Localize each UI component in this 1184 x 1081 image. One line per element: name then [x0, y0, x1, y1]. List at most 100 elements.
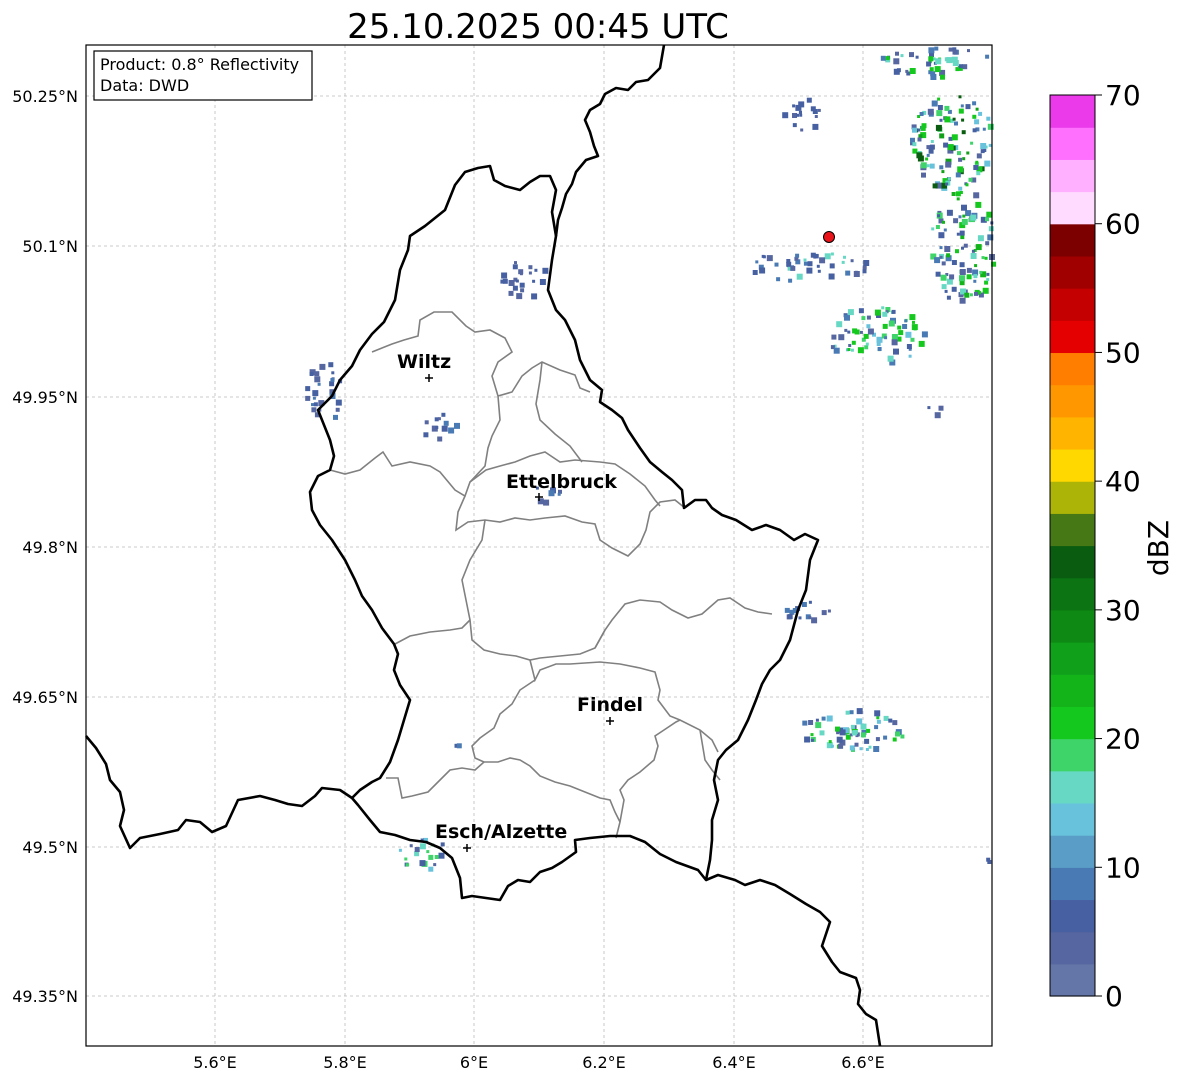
echo-cell — [880, 55, 886, 61]
echo-cell — [935, 124, 942, 131]
echo-cell — [909, 314, 916, 321]
colorbar-ticks: 0 10 20 30 40 50 60 70 — [1095, 79, 1141, 1013]
echo-cell — [985, 241, 990, 246]
echo-cell — [876, 342, 881, 346]
echo-cell — [952, 117, 956, 121]
echo-cell — [873, 746, 880, 752]
echo-cell — [900, 734, 905, 739]
echo-cell — [847, 348, 851, 351]
echo-cell — [893, 58, 900, 65]
echo-cell — [405, 863, 409, 867]
echo-cell — [972, 128, 977, 133]
echo-cell — [557, 492, 561, 496]
echo-cell — [843, 255, 846, 259]
echo-cell — [766, 255, 773, 262]
echo-cell — [860, 723, 867, 730]
echo-cell — [863, 260, 870, 266]
echo-cell — [958, 186, 963, 191]
echo-cell — [898, 330, 904, 336]
echo-cell — [944, 289, 948, 293]
echo-cell — [960, 104, 964, 108]
echo-cell — [885, 56, 890, 61]
colorbar-segment — [1050, 352, 1095, 386]
echo-cell — [864, 345, 869, 350]
colorbar-segment — [1050, 577, 1095, 611]
city-label: Esch/Alzette — [435, 821, 567, 843]
echo-cell — [945, 161, 952, 168]
echo-cell — [798, 616, 802, 620]
colorbar: 0 10 20 30 40 50 60 70 dBZ — [1049, 79, 1175, 1013]
colorbar-segment — [1050, 159, 1095, 193]
echo-cell — [938, 232, 945, 239]
colorbar-segment — [1050, 513, 1095, 547]
city-label: Findel — [577, 694, 643, 716]
echo-cell — [985, 54, 990, 59]
echo-cell — [810, 738, 814, 742]
echo-cell — [931, 100, 938, 107]
echo-cell — [938, 405, 944, 411]
echo-cell — [939, 165, 944, 170]
echo-cell — [967, 49, 970, 53]
echo-cell — [428, 866, 434, 872]
echo-cell — [973, 279, 977, 283]
echo-cell — [936, 110, 943, 117]
echo-cell — [806, 97, 812, 103]
echo-cell — [437, 436, 443, 442]
echo-cell — [845, 270, 851, 276]
colorbar-tick-label: 70 — [1105, 79, 1141, 112]
echo-cell — [888, 718, 893, 723]
echo-cell — [940, 74, 945, 80]
colorbar-segment — [1050, 223, 1095, 257]
echo-cell — [423, 432, 429, 438]
echo-cell — [891, 309, 896, 314]
echo-cell — [330, 378, 335, 382]
echo-cell — [821, 716, 826, 721]
echo-cell — [987, 123, 994, 130]
echo-cell — [774, 262, 779, 267]
echo-cell — [847, 309, 854, 316]
echo-cell — [314, 371, 320, 377]
echo-cell — [808, 600, 812, 604]
echo-cell — [927, 406, 931, 410]
echo-cell — [980, 143, 987, 149]
echo-cell — [921, 172, 926, 178]
echo-cell — [799, 113, 803, 117]
lat-tick-label: 49.65°N — [12, 688, 78, 707]
colorbar-segments — [1050, 95, 1095, 997]
echo-cell — [935, 225, 940, 229]
echo-cell — [852, 328, 858, 334]
echo-cell — [958, 215, 962, 219]
echo-cell — [803, 258, 807, 262]
echo-cell — [966, 151, 970, 155]
echo-cell — [975, 244, 982, 251]
colorbar-tick-label: 40 — [1105, 465, 1141, 498]
echo-cell — [951, 134, 958, 141]
echo-cell — [926, 61, 932, 67]
echo-cell — [426, 850, 430, 854]
echo-cell — [937, 214, 941, 218]
echo-cell — [520, 288, 525, 293]
echo-cell — [827, 609, 831, 613]
echo-cell — [876, 719, 881, 724]
echo-cell — [810, 733, 814, 737]
echo-cell — [848, 344, 852, 347]
echo-cell — [958, 108, 964, 114]
echo-cell — [949, 274, 955, 280]
echo-cell — [893, 68, 900, 75]
echo-cell — [961, 118, 965, 122]
echo-cell — [928, 47, 935, 54]
echo-cell — [833, 347, 840, 354]
echo-cell — [934, 257, 941, 264]
echo-cell — [929, 163, 935, 169]
echo-cell — [828, 740, 832, 744]
echo-cell — [850, 724, 855, 729]
echo-cell — [863, 333, 869, 339]
echo-cell — [807, 261, 813, 267]
echo-cell — [819, 730, 825, 736]
echo-cell — [973, 165, 979, 170]
echo-cell — [905, 331, 912, 338]
echo-cell — [981, 256, 985, 260]
map-title: 25.10.2025 00:45 UTC — [347, 7, 729, 47]
echo-cell — [900, 54, 904, 58]
echo-cell — [915, 55, 919, 59]
